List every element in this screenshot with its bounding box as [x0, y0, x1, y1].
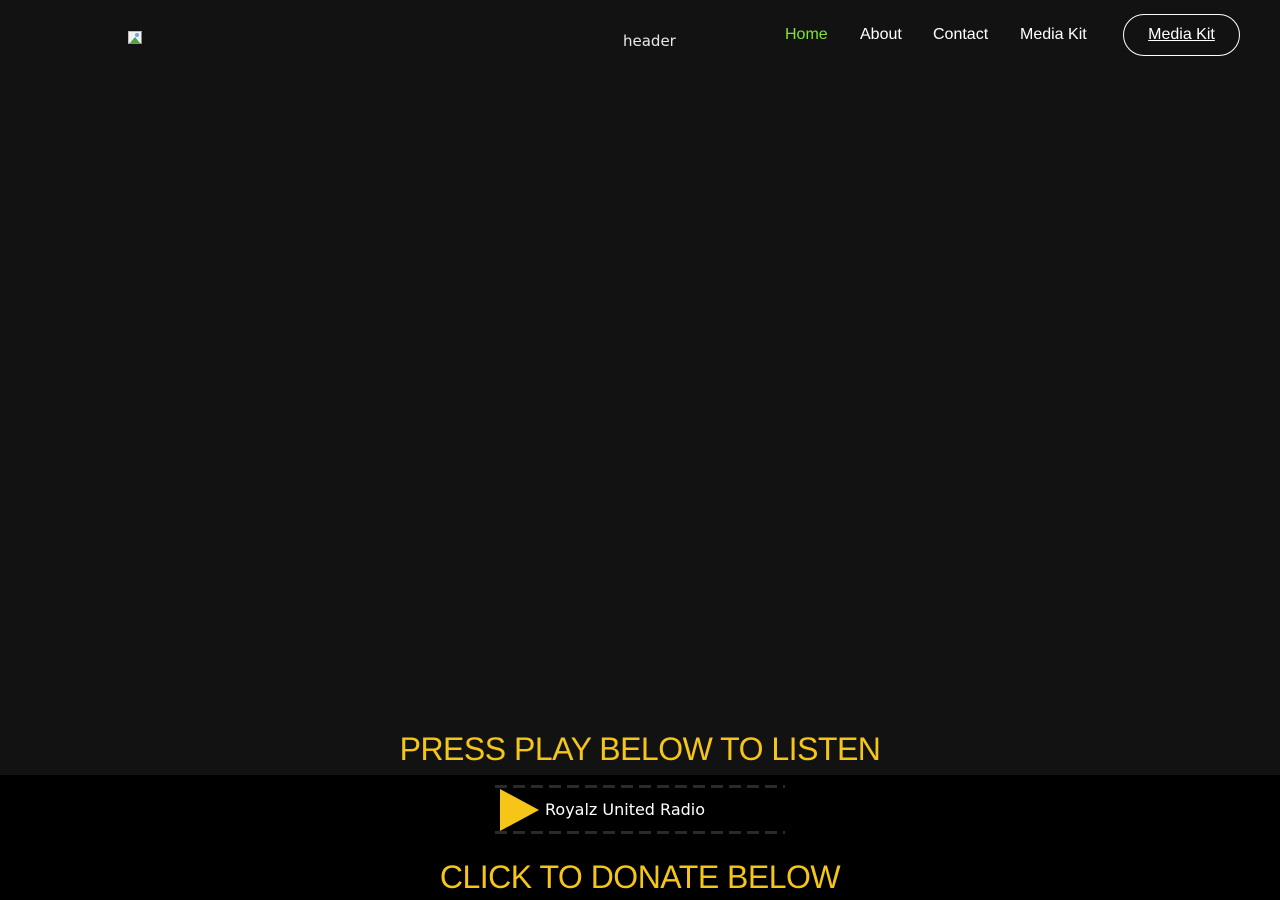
- station-name: Royalz United Radio: [545, 800, 706, 819]
- listen-heading: PRESS PLAY BELOW TO LISTEN: [399, 731, 881, 767]
- radio-player: Royalz United Radio: [495, 785, 785, 835]
- logo-broken-image-icon[interactable]: [128, 31, 144, 45]
- header-image-alt-text: header: [623, 32, 676, 50]
- broken-image-hill: [130, 37, 140, 43]
- site-header: header Home About Contact Media Kit Medi…: [0, 0, 1280, 70]
- play-icon: [500, 789, 539, 831]
- nav-item-media-kit[interactable]: Media Kit: [1020, 25, 1087, 45]
- nav-item-about[interactable]: About: [860, 25, 902, 45]
- player-top-border: [495, 785, 785, 788]
- media-kit-button[interactable]: Media Kit: [1123, 14, 1240, 56]
- donate-heading[interactable]: CLICK TO DONATE BELOW: [0, 859, 1280, 895]
- nav-item-contact[interactable]: Contact: [933, 25, 988, 45]
- broken-image-sun: [135, 33, 139, 37]
- player-bottom-border: [495, 831, 785, 834]
- play-button[interactable]: [500, 789, 540, 831]
- page: header Home About Contact Media Kit Medi…: [0, 0, 1280, 900]
- nav-item-home[interactable]: Home: [785, 25, 828, 45]
